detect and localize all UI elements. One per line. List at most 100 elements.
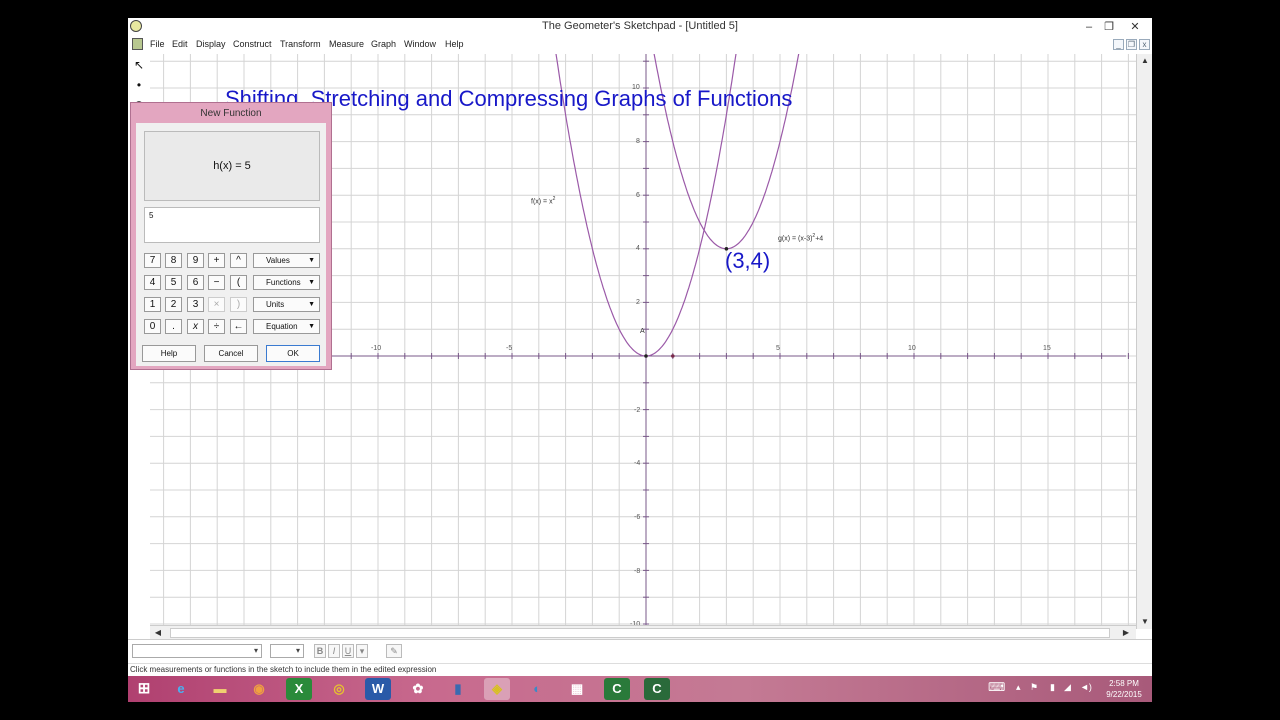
menu-display[interactable]: Display — [196, 39, 226, 49]
dialog-body: h(x) = 5 5 7 8 9 + ^ 4 5 6 − ( 1 2 3 × )… — [136, 123, 326, 366]
scrollbar-track[interactable] — [170, 628, 1110, 638]
key-1[interactable]: 1 — [144, 297, 161, 312]
menu-measure[interactable]: Measure — [329, 39, 364, 49]
vertex-label[interactable]: (3,4) — [725, 248, 770, 274]
italic-button[interactable]: I — [328, 644, 340, 658]
doc-minimize-button[interactable]: _ — [1113, 39, 1124, 50]
ok-button[interactable]: OK — [266, 345, 320, 362]
point-a-label[interactable]: A — [640, 328, 645, 335]
refresh-app-icon[interactable]: ◐ — [524, 678, 550, 700]
key-power[interactable]: ^ — [230, 253, 247, 268]
key-minus[interactable]: − — [208, 275, 225, 290]
key-multiply[interactable]: × — [208, 297, 225, 312]
chrome-icon[interactable]: ◎ — [326, 678, 352, 700]
excel-icon[interactable]: X — [286, 678, 312, 700]
menu-help[interactable]: Help — [445, 39, 464, 49]
underline-button[interactable]: U — [342, 644, 354, 658]
close-button[interactable]: ✕ — [1122, 19, 1148, 35]
recorder-icon[interactable]: ▦ — [564, 678, 590, 700]
minimize-button[interactable]: – — [1078, 19, 1100, 35]
key-x[interactable]: x — [187, 319, 204, 334]
key-7[interactable]: 7 — [144, 253, 161, 268]
doc-restore-button[interactable]: ❐ — [1126, 39, 1137, 50]
new-function-dialog: New Function h(x) = 5 5 7 8 9 + ^ 4 5 6 … — [130, 102, 332, 370]
tray-expand-icon[interactable]: ▴ — [1016, 682, 1021, 693]
color-select-button[interactable]: ▾ — [356, 644, 368, 658]
f-function-exponent: 2 — [552, 196, 556, 202]
sketchpad-taskbar-icon[interactable]: ◈ — [484, 678, 510, 700]
key-4[interactable]: 4 — [144, 275, 161, 290]
camtasia-recorder-icon[interactable]: C — [644, 678, 670, 700]
symbol-palette-icon[interactable]: ✎ — [386, 644, 402, 658]
media-icon[interactable]: ▮ — [445, 678, 471, 700]
paint-icon[interactable]: ✿ — [405, 678, 431, 700]
key-0[interactable]: 0 — [144, 319, 161, 334]
values-dropdown[interactable]: Values ▼ — [253, 253, 320, 268]
arrow-tool-icon[interactable]: ↖ — [130, 56, 148, 74]
key-8[interactable]: 8 — [165, 253, 182, 268]
f-function-label[interactable]: f(x) = x2 — [531, 196, 555, 205]
help-button[interactable]: Help — [142, 345, 196, 362]
horizontal-scrollbar[interactable]: ◀ ▶ — [150, 625, 1136, 640]
key-6[interactable]: 6 — [187, 275, 204, 290]
outlook-icon[interactable]: ◉ — [246, 678, 272, 700]
expression-field[interactable]: 5 — [144, 207, 320, 243]
scroll-down-arrow-icon[interactable]: ▼ — [1137, 615, 1152, 629]
menu-transform[interactable]: Transform — [280, 39, 321, 49]
file-explorer-icon[interactable]: ▬ — [207, 678, 233, 700]
word-icon[interactable]: W — [365, 678, 391, 700]
units-dropdown-label: Units — [266, 300, 285, 309]
function-preview-text: h(x) = 5 — [213, 160, 251, 172]
camtasia-icon[interactable]: C — [604, 678, 630, 700]
units-dropdown[interactable]: Units ▼ — [253, 297, 320, 312]
vertical-scrollbar[interactable]: ▲ ▼ — [1136, 54, 1152, 629]
document-icon[interactable] — [132, 38, 143, 50]
battery-icon[interactable]: ▮ — [1050, 682, 1055, 693]
chevron-down-icon: ▾ — [253, 646, 258, 655]
key-5[interactable]: 5 — [165, 275, 182, 290]
key-9[interactable]: 9 — [187, 253, 204, 268]
key-3[interactable]: 3 — [187, 297, 204, 312]
key-divide[interactable]: ÷ — [208, 319, 225, 334]
y-tick-label: -6 — [634, 514, 641, 521]
scroll-left-arrow-icon[interactable]: ◀ — [150, 626, 166, 640]
internet-explorer-icon[interactable]: e — [168, 678, 194, 700]
menu-bar: File Edit Display Construct Transform Me… — [128, 36, 1152, 54]
functions-dropdown[interactable]: Functions ▼ — [253, 275, 320, 290]
menu-graph[interactable]: Graph — [371, 39, 396, 49]
taskbar-clock[interactable]: 2:58 PM 9/22/2015 — [1102, 678, 1146, 700]
menu-file[interactable]: File — [150, 39, 165, 49]
font-select[interactable]: ▾ — [132, 644, 262, 658]
equation-dropdown-label: Equation — [266, 322, 298, 331]
restore-button[interactable]: ❐ — [1098, 19, 1120, 35]
y-tick-label: 10 — [632, 84, 640, 91]
point-tool-icon[interactable]: • — [130, 76, 148, 94]
key-close-paren[interactable]: ) — [230, 297, 247, 312]
bold-button[interactable]: B — [314, 644, 326, 658]
scroll-right-arrow-icon[interactable]: ▶ — [1118, 626, 1134, 640]
clock-time: 2:58 PM — [1109, 679, 1139, 688]
menu-edit[interactable]: Edit — [172, 39, 188, 49]
keyboard-icon[interactable]: ⌨ — [988, 680, 1005, 694]
y-tick-label: 8 — [636, 138, 640, 145]
g-function-label[interactable]: g(x) = (x-3)2+4 — [778, 233, 823, 242]
key-backspace[interactable]: ← — [230, 319, 247, 334]
key-open-paren[interactable]: ( — [230, 275, 247, 290]
key-plus[interactable]: + — [208, 253, 225, 268]
menu-window[interactable]: Window — [404, 39, 436, 49]
y-tick-label: 2 — [636, 299, 640, 306]
key-decimal[interactable]: . — [165, 319, 182, 334]
menu-construct[interactable]: Construct — [233, 39, 272, 49]
scroll-up-arrow-icon[interactable]: ▲ — [1137, 54, 1152, 68]
cancel-button[interactable]: Cancel — [204, 345, 258, 362]
doc-close-button[interactable]: x — [1139, 39, 1150, 50]
equation-dropdown[interactable]: Equation ▼ — [253, 319, 320, 334]
volume-icon[interactable]: ◄) — [1080, 682, 1092, 692]
network-icon[interactable]: ◢ — [1064, 682, 1071, 693]
flag-icon[interactable]: ⚑ — [1030, 682, 1038, 693]
font-size-select[interactable]: ▾ — [270, 644, 304, 658]
y-tick-label: -2 — [634, 407, 641, 414]
key-2[interactable]: 2 — [165, 297, 182, 312]
chevron-down-icon: ▼ — [308, 301, 315, 308]
start-windows-icon[interactable]: ⊞ — [131, 678, 157, 700]
